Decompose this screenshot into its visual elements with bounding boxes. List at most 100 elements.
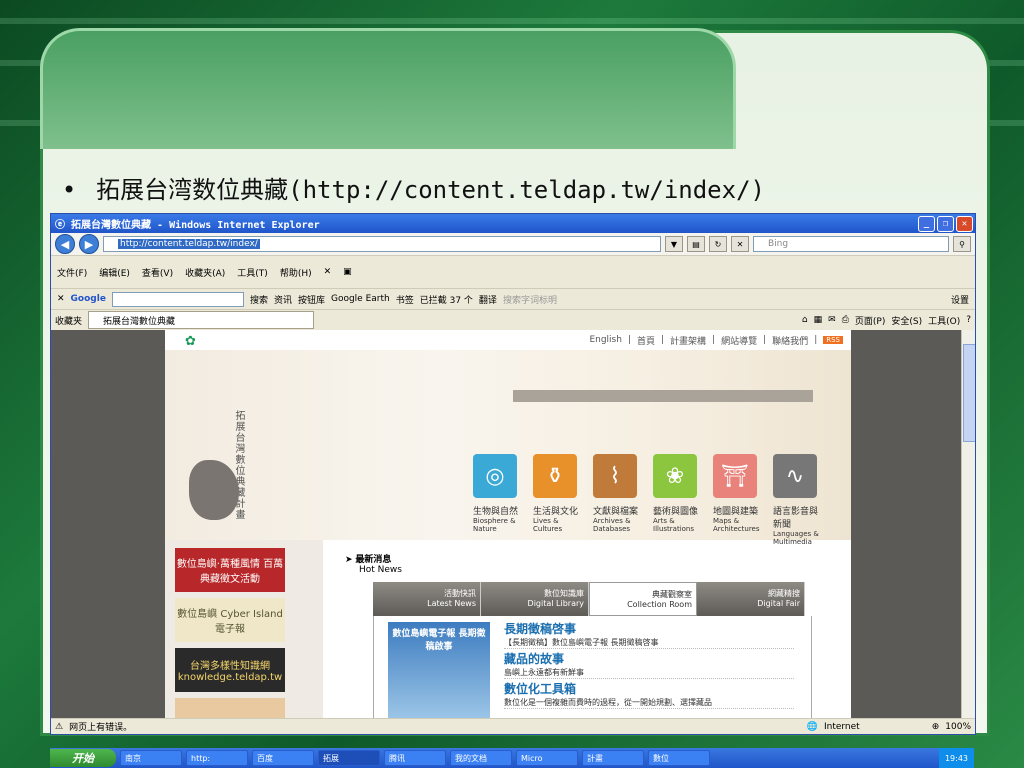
back-button[interactable]: ◀ — [55, 234, 75, 254]
menu-view[interactable]: 查看(V) — [142, 266, 173, 279]
tab-digital-library[interactable]: 數位知識庫 Digital Library — [481, 582, 589, 616]
menu-bar: 文件(F) 编辑(E) 查看(V) 收藏夹(A) 工具(T) 帮助(H) ✕ ▣ — [51, 256, 975, 289]
close-button[interactable]: ✕ — [956, 215, 973, 232]
highlight-button[interactable]: 搜索字词标明 — [503, 293, 557, 306]
maximize-button[interactable]: ❐ — [937, 215, 954, 232]
menu-help[interactable]: 帮助(H) — [280, 266, 312, 279]
window-title: 拓展台灣數位典藏 - Windows Internet Explorer — [71, 220, 320, 231]
vertical-scrollbar[interactable] — [961, 330, 975, 718]
close-icon[interactable]: ✕ — [57, 294, 65, 304]
category-label: 藝術與圖像 — [653, 507, 699, 517]
task-button[interactable]: 南京 — [120, 750, 182, 766]
category-label-en: Lives & Cultures — [533, 517, 563, 533]
menu-tools[interactable]: 工具(T) — [237, 266, 268, 279]
slide-tab — [40, 28, 736, 149]
link-home[interactable]: 首頁 — [637, 334, 655, 347]
refresh-icon[interactable]: ↻ — [709, 236, 727, 252]
tools-menu[interactable]: 工具(O) — [928, 314, 960, 327]
news-item[interactable]: 藏品的故事 島嶼上永遠都有新鮮事 — [504, 650, 794, 679]
popup-blocked-button[interactable]: 已拦截 37 个 — [420, 293, 473, 306]
hero-banner: 拓展台灣數位典藏計畫 ◎ 生物與自然 Biosphere & Nature ⚱ … — [165, 350, 851, 546]
globe-icon: 🌐 — [806, 721, 818, 732]
left-banner-knowledge[interactable]: 台灣多樣性知識網 knowledge.teldap.tw — [175, 648, 285, 692]
google-search-button[interactable]: 搜索 — [250, 293, 268, 306]
url-input[interactable]: http://content.teldap.tw/index/ — [103, 236, 661, 252]
news-title[interactable]: 數位化工具箱 — [504, 680, 794, 697]
bookmarks-button[interactable]: 书签 — [396, 293, 414, 306]
site-page: ✿ English | 首頁 | 計畫架構 | 網站導覽 | 聯絡我們 | RSS 拓展台… — [165, 330, 851, 718]
task-button[interactable]: 我的文档 — [450, 750, 512, 766]
tab-collection-room[interactable]: 典藏觀察室 Collection Room — [589, 582, 697, 616]
safety-menu[interactable]: 安全(S) — [891, 314, 922, 327]
addon-icon[interactable]: ▣ — [343, 267, 352, 277]
news-item[interactable]: 數位化工具箱 數位化是一個複雜而費時的過程，從一開始規劃、選擇藏品 — [504, 680, 794, 709]
settings-button[interactable]: 设置 — [951, 293, 969, 306]
close-icon[interactable]: ✕ — [324, 267, 332, 277]
tab-current[interactable]: 拓展台灣數位典藏 — [88, 311, 315, 329]
warning-icon[interactable]: ⚠ — [55, 722, 63, 732]
category-label-en: Arts & Illustrations — [653, 517, 695, 533]
news-title[interactable]: 藏品的故事 — [504, 650, 794, 667]
google-news-button[interactable]: 资讯 — [274, 293, 292, 306]
category-label: 生物與自然 — [473, 507, 519, 517]
page-menu[interactable]: 页面(P) — [855, 314, 885, 327]
home-icon[interactable]: ⌂ — [802, 315, 808, 325]
task-button[interactable]: 百度 — [252, 750, 314, 766]
link-sitemap[interactable]: 網站導覽 — [721, 334, 757, 347]
search-input[interactable]: Bing — [753, 236, 949, 252]
scrollbar-thumb[interactable] — [963, 344, 975, 442]
task-button[interactable]: http: — [186, 750, 248, 766]
search-icon[interactable]: ⚲ — [953, 236, 971, 252]
dropdown-icon[interactable]: ▼ — [665, 236, 683, 252]
clock[interactable]: 19:43 — [945, 754, 968, 763]
print-icon[interactable]: ⎙ — [842, 315, 849, 325]
category-archives[interactable]: ⌇ 文獻與檔案 Archives & Databases — [593, 454, 639, 546]
task-button[interactable]: Micro — [516, 750, 578, 766]
news-image[interactable]: 數位島嶼電子報 長期徵稿啟事 — [388, 622, 490, 718]
feeds-icon[interactable]: ▦ — [814, 315, 823, 325]
category-arts[interactable]: ❀ 藝術與圖像 Arts & Illustrations — [653, 454, 699, 546]
left-banner-contest[interactable]: 數位島嶼‧萬種風情 百萬典藏徵文活動 — [175, 548, 285, 592]
menu-file[interactable]: 文件(F) — [57, 266, 87, 279]
task-button[interactable]: 腾讯 — [384, 750, 446, 766]
google-buttons-button[interactable]: 按钮库 — [298, 293, 325, 306]
google-earth-button[interactable]: Google Earth — [331, 294, 390, 304]
compat-icon[interactable]: ▤ — [687, 236, 705, 252]
favorites-button[interactable]: 收藏夹 — [55, 314, 82, 327]
category-maps[interactable]: ⛩ 地圖與建築 Maps & Architectures — [713, 454, 760, 546]
news-item[interactable]: 長期徵稿啓事 【長期徵稿】數位島嶼電子報 長期徵稿啓事 — [504, 620, 794, 649]
translate-button[interactable]: 翻译 — [479, 293, 497, 306]
zoom-level[interactable]: 100% — [945, 722, 971, 732]
rss-badge[interactable]: RSS — [823, 336, 843, 344]
tab-digital-fair[interactable]: 網藏精搜 Digital Fair — [697, 582, 805, 616]
spiral-icon: ◎ — [473, 454, 517, 498]
news-title[interactable]: 長期徵稿啓事 — [504, 620, 794, 637]
google-toolbar: ✕ Google 搜索 资讯 按钮库 Google Earth 书签 已拦截 3… — [51, 289, 975, 310]
mail-icon[interactable]: ✉ — [828, 315, 836, 325]
link-contact[interactable]: 聯絡我們 — [772, 334, 808, 347]
link-english[interactable]: English — [589, 335, 622, 345]
minimize-button[interactable]: _ — [918, 215, 935, 232]
tab-latest-news[interactable]: 活動快訊 Latest News — [373, 582, 481, 616]
category-label: 文獻與檔案 — [593, 507, 639, 517]
start-button[interactable]: 开始 — [50, 749, 116, 767]
stop-icon[interactable]: ✕ — [731, 236, 749, 252]
left-banner-more[interactable] — [175, 698, 285, 718]
site-logo[interactable]: ✿ — [185, 334, 196, 349]
menu-edit[interactable]: 编辑(E) — [99, 266, 130, 279]
status-text[interactable]: 网页上有错误。 — [69, 720, 132, 733]
link-structure[interactable]: 計畫架構 — [670, 334, 706, 347]
left-banner-cyber-island[interactable]: 數位島嶼 Cyber Island 電子報 — [175, 598, 285, 642]
task-button[interactable]: 計畫 — [582, 750, 644, 766]
google-search-input[interactable] — [111, 291, 244, 307]
category-nature[interactable]: ◎ 生物與自然 Biosphere & Nature — [473, 454, 519, 546]
banner-bar — [513, 390, 813, 402]
task-button[interactable]: 數位 — [648, 750, 710, 766]
zoom-icon: ⊕ — [931, 721, 940, 732]
category-culture[interactable]: ⚱ 生活與文化 Lives & Cultures — [533, 454, 579, 546]
category-multimedia[interactable]: ∿ 語言影音與新聞 Languages & Multimedia — [773, 454, 819, 546]
help-icon[interactable]: ? — [966, 315, 971, 325]
forward-button[interactable]: ▶ — [79, 234, 99, 254]
menu-favorites[interactable]: 收藏夹(A) — [185, 266, 225, 279]
task-button-active[interactable]: 拓展 — [318, 750, 380, 766]
